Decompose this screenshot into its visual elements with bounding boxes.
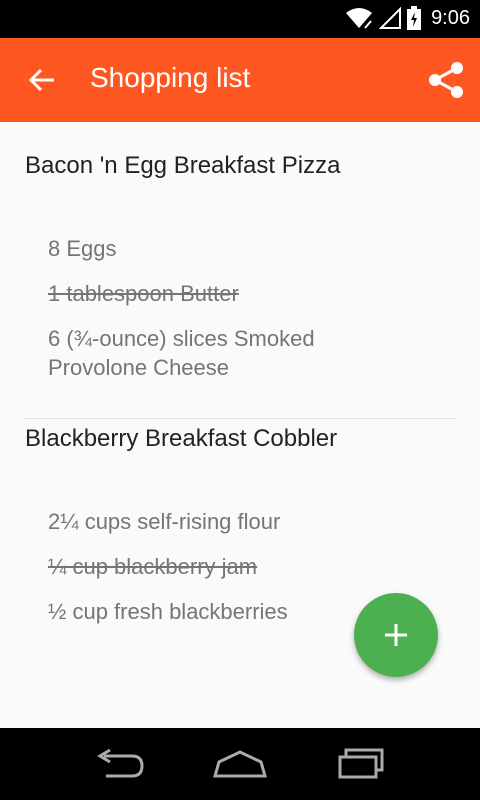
app-bar: Shopping list (0, 38, 480, 122)
navigation-bar (0, 728, 480, 800)
status-bar: 9:06 (0, 0, 480, 38)
recents-nav-button[interactable] (330, 744, 394, 784)
signal-icon (379, 7, 402, 29)
status-time: 9:06 (431, 6, 470, 29)
home-nav-icon (213, 750, 267, 778)
recipe-title: Bacon 'n Egg Breakfast Pizza (25, 152, 341, 179)
list-item[interactable]: 8 Eggs (48, 234, 408, 263)
list-item[interactable]: 6 (¾-ounce) slices Smoked Provolone Chee… (48, 324, 408, 382)
share-icon (429, 62, 463, 98)
list-item[interactable]: 1 tablespoon Butter (48, 279, 408, 308)
list-item[interactable]: 2¼ cups self-rising flour (48, 507, 408, 536)
back-nav-button[interactable] (88, 744, 152, 784)
battery-icon (407, 6, 422, 30)
wifi-icon (346, 8, 373, 29)
plus-icon (385, 624, 407, 646)
list-item[interactable]: ½ cup fresh blackberries (48, 597, 408, 626)
page-title: Shopping list (90, 62, 251, 93)
home-nav-button[interactable] (208, 744, 272, 784)
recents-nav-icon (338, 748, 384, 779)
list-item[interactable]: ¼ cup blackberry jam (48, 552, 408, 581)
back-button[interactable] (22, 60, 62, 100)
add-item-button[interactable] (354, 593, 438, 677)
arrow-back-icon (28, 68, 54, 92)
back-nav-icon (97, 748, 144, 778)
share-button[interactable] (422, 56, 470, 104)
divider (25, 418, 457, 419)
status-icons: 9:06 (345, 6, 470, 30)
recipe-title: Blackberry Breakfast Cobbler (25, 425, 338, 452)
